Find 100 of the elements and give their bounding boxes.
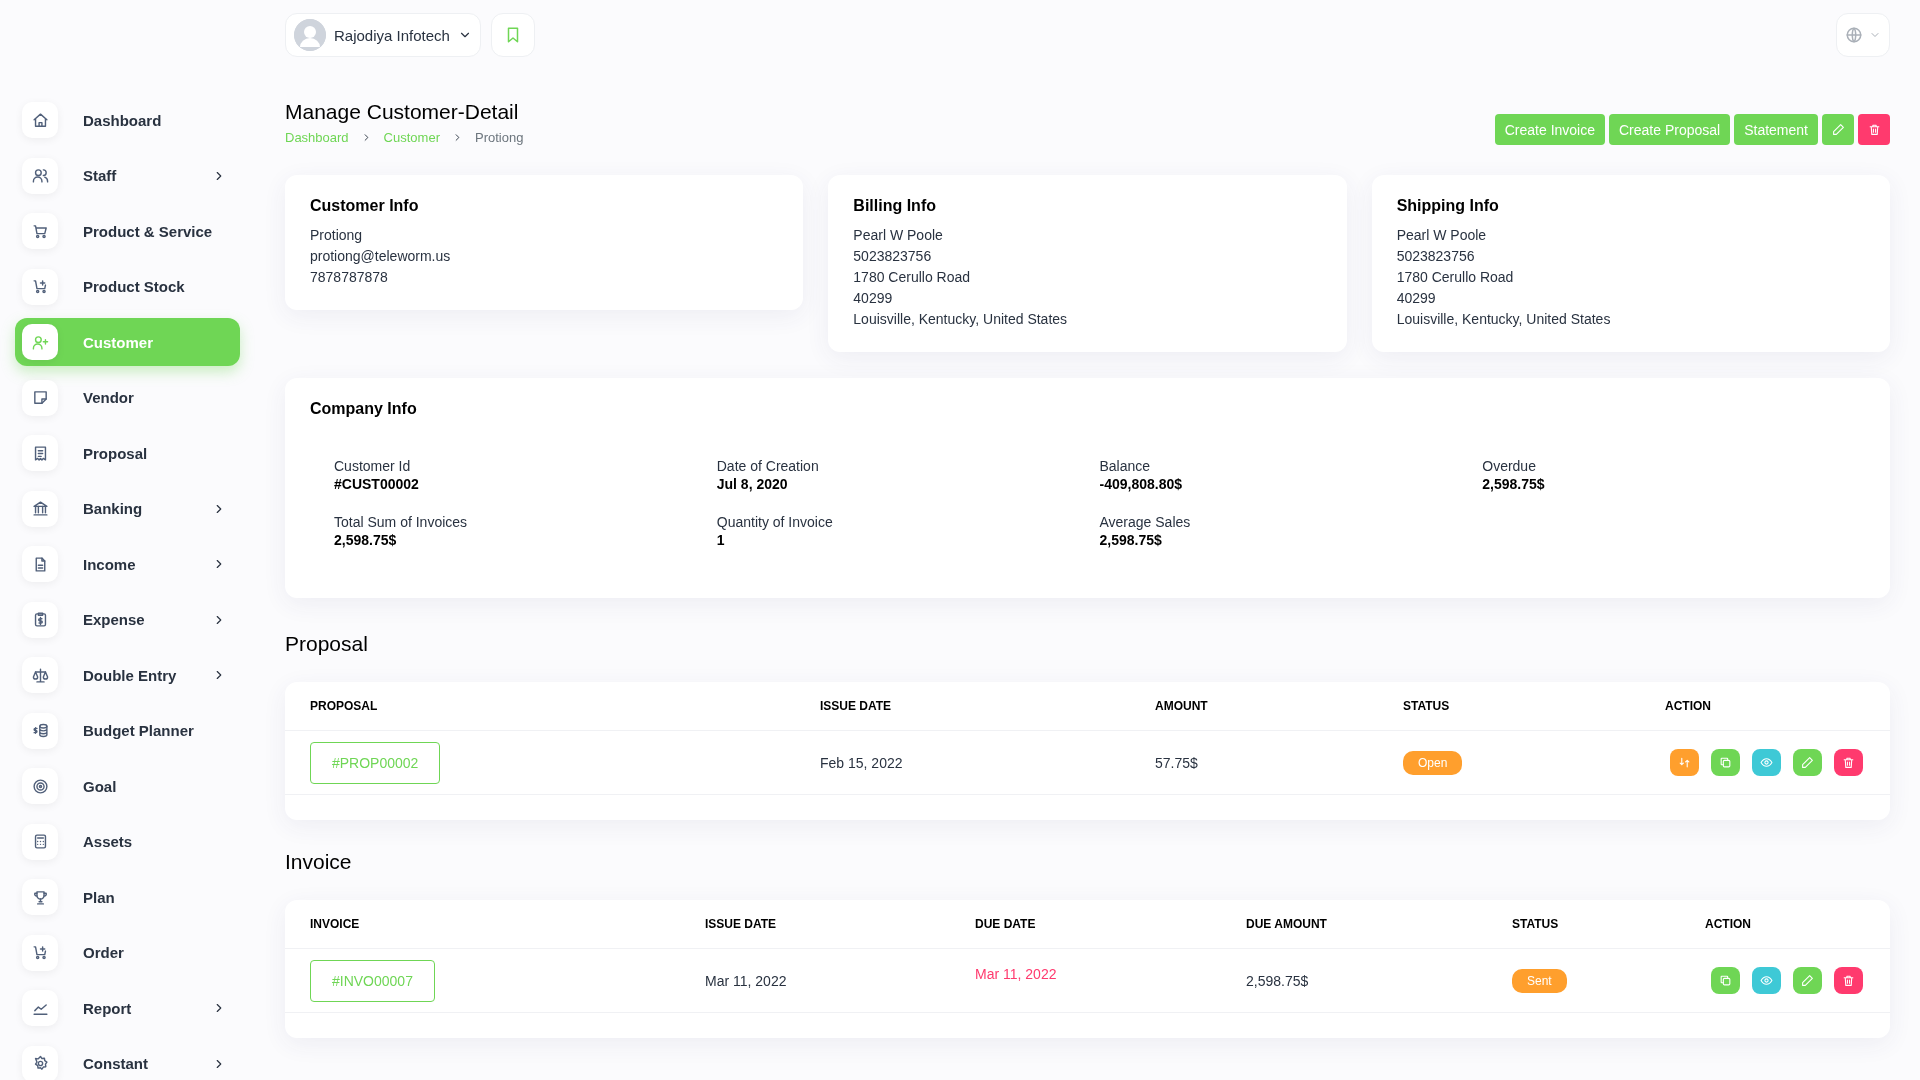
info-line: 40299 (1396, 289, 1437, 308)
sidebar-item[interactable]: Report (15, 984, 240, 1032)
table-cell-text: Feb 15, 2022 (820, 754, 904, 771)
sidebar-item[interactable]: Double Entry (15, 651, 240, 699)
sidebar-item[interactable]: Income (15, 540, 240, 588)
info-line: 5023823756 (1396, 247, 1476, 266)
info-line: protiong@teleworm.us (310, 247, 452, 266)
column-header: AMOUNT (1155, 699, 1209, 713)
sidebar-item[interactable]: Order (15, 928, 240, 977)
table-cell-text: Mar 11, 2022 (705, 972, 788, 989)
info-line: 1780 Cerullo Road (853, 268, 972, 287)
sidebar-item[interactable]: Budget Planner (15, 706, 240, 755)
eye-icon (1760, 974, 1773, 987)
globe-icon (1845, 26, 1863, 44)
copy-icon (1719, 756, 1732, 769)
sidebar-item[interactable]: Product & Service (15, 207, 240, 255)
arrows-icon (1678, 756, 1691, 769)
sidebar-item[interactable]: Dashboard (15, 96, 240, 144)
cart-plus-icon (31, 278, 49, 295)
bookmark-button[interactable] (490, 13, 535, 57)
delete-button[interactable] (1858, 114, 1890, 145)
cart-icon (31, 222, 49, 240)
language-button[interactable] (1836, 13, 1890, 57)
section-title: Invoice (285, 850, 353, 874)
avatar-icon (294, 19, 326, 51)
info-line: 1780 Cerullo Road (1396, 268, 1515, 287)
field-value: -409,808.80$ (1099, 476, 1184, 492)
field-value: 2,598.75$ (1099, 532, 1163, 548)
info-line: Pearl W Poole (1396, 226, 1488, 245)
copy-icon (1719, 974, 1732, 987)
pencil-icon (1801, 974, 1814, 987)
copy-button[interactable] (1711, 967, 1740, 994)
user-plus-icon (31, 333, 49, 351)
trophy-icon (31, 888, 49, 906)
eye-icon (1760, 756, 1773, 769)
sidebar-item[interactable]: Expense (15, 595, 240, 644)
column-header: PROPOSAL (310, 699, 379, 713)
convert-button[interactable] (1670, 749, 1699, 776)
info-line: 7878787878 (310, 268, 389, 287)
sidebar-item[interactable]: Assets (15, 817, 240, 866)
users-icon (31, 167, 49, 184)
status-badge: Open (1403, 750, 1463, 775)
field-label: Total Sum of Invoices (334, 514, 469, 530)
section-title: Proposal (285, 632, 369, 656)
field-value: Jul 8, 2020 (716, 476, 789, 492)
column-header: STATUS (1512, 917, 1560, 931)
column-header: INVOICE (310, 917, 361, 931)
pencil-icon (1831, 123, 1845, 136)
column-header: ISSUE DATE (705, 917, 778, 931)
card-title: Shipping Info (1396, 197, 1500, 215)
trash-icon (1842, 756, 1855, 769)
sidebar-item[interactable]: Staff (15, 151, 240, 200)
field-value: 2,598.75$ (334, 532, 398, 548)
trash-icon (1842, 974, 1855, 987)
info-line: Protiong (310, 226, 364, 245)
edit-button[interactable] (1793, 967, 1822, 994)
sidebar-item[interactable]: Plan (15, 873, 240, 921)
page-title: Manage Customer-Detail (285, 100, 520, 124)
card-title: Company Info (310, 400, 418, 418)
status-badge: Sent (1512, 968, 1567, 993)
column-header: ACTION (1705, 917, 1752, 931)
cart-plus-icon (31, 944, 49, 961)
bank-icon (31, 500, 49, 517)
sidebar-item[interactable]: Vendor (15, 373, 240, 422)
column-header: ACTION (1665, 699, 1712, 713)
field-label: Average Sales (1099, 514, 1192, 530)
edit-button[interactable] (1793, 749, 1822, 776)
field-value: 2,598.75$ (1482, 476, 1546, 492)
breadcrumb-item: Protiong (474, 130, 524, 145)
sidebar-item[interactable]: Product Stock (15, 262, 240, 311)
info-line: Pearl W Poole (853, 226, 944, 245)
delete-button[interactable] (1834, 967, 1863, 994)
field-label: Quantity of Invoice (716, 514, 834, 530)
column-header: DUE AMOUNT (1246, 917, 1328, 931)
info-line: 5023823756 (853, 247, 933, 266)
info-line: Louisville, Kentucky, United States (1396, 310, 1612, 329)
target-icon (31, 777, 49, 795)
table-cell-text: 2,598.75$ (1246, 972, 1310, 989)
field-label: Overdue (1482, 458, 1537, 474)
column-header: STATUS (1403, 699, 1451, 713)
sidebar-item[interactable]: Constant (15, 1039, 240, 1080)
field-label: Balance (1099, 458, 1152, 474)
sidebar-item[interactable]: Goal (15, 762, 240, 810)
copy-button[interactable] (1711, 749, 1740, 776)
info-line: Louisville, Kentucky, United States (853, 310, 1069, 329)
table-cell-text: Mar 11, 2022 (975, 966, 1058, 982)
card-title: Customer Info (310, 197, 420, 215)
sidebar-item[interactable]: Banking (15, 484, 240, 533)
column-header: ISSUE DATE (820, 699, 893, 713)
delete-button[interactable] (1834, 749, 1863, 776)
info-line: 40299 (853, 289, 894, 308)
field-value: #CUST00002 (334, 476, 420, 492)
column-header: DUE DATE (975, 917, 1037, 931)
scale-icon (31, 666, 49, 684)
company-switcher[interactable]: Rajodiya Infotech (285, 13, 481, 57)
field-label: Date of Creation (716, 458, 820, 474)
view-button[interactable] (1752, 967, 1781, 994)
view-button[interactable] (1752, 749, 1781, 776)
sidebar-item[interactable]: Proposal (15, 429, 240, 477)
edit-button[interactable] (1822, 114, 1854, 145)
